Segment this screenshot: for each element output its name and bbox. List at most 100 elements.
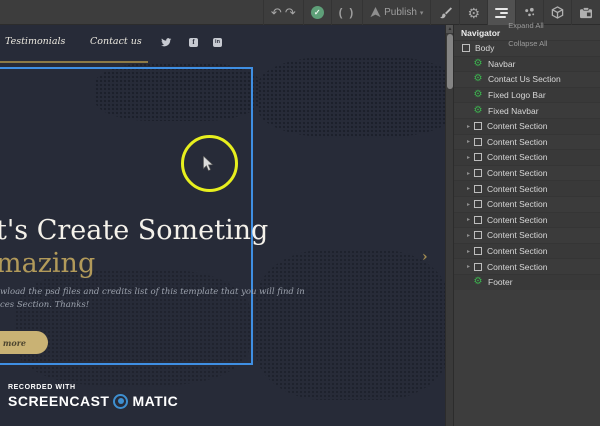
style-panel-button[interactable] [430,0,459,25]
facebook-icon[interactable]: f [189,38,198,47]
expand-arrow-icon[interactable]: ▸ [467,185,474,192]
mouse-cursor-icon [203,156,214,172]
element-box-icon [474,153,482,162]
navigator-row-content-section[interactable]: ▸ Content Section [454,180,600,196]
map-dots-pattern [95,63,260,121]
map-dots-pattern [258,57,445,137]
gear-icon: ⚙ [467,4,480,21]
navigator-row-content-section[interactable]: ▸ Content Section [454,149,600,165]
expand-arrow-icon[interactable]: ▸ [467,201,474,208]
undo-button[interactable]: ↶ ↷ [262,0,303,25]
symbol-gear-icon: ⚙ [473,104,483,116]
redo-icon: ↷ [284,5,296,20]
navigator-row-footer[interactable]: ⚙ Footer [454,273,600,290]
navigator-row-content-section[interactable]: ▸ Content Section [454,117,600,134]
expand-arrow-icon[interactable]: ▸ [467,138,474,145]
learn-more-button[interactable]: rn more [0,331,48,354]
map-dots-pattern [255,250,445,400]
publish-plane-icon [370,7,381,18]
recorded-with-label: RECORDED WITH [8,384,76,391]
navigator-panel: Navigator Expand All Collapse All Body ⚙ N… [453,21,600,426]
element-label: Content Section [487,183,548,194]
element-box-icon [474,262,482,271]
element-box-icon [474,247,482,256]
navbar-gold-underline [0,61,148,63]
canvas-scrollbar[interactable]: ▲ [445,25,454,426]
navigator-row-content-section[interactable]: ▸ Content Section [454,242,600,259]
export-code-button[interactable]: ( ) [330,0,362,25]
saved-check-icon: ✓ [310,6,324,19]
element-label: Fixed Navbar [488,105,539,116]
element-label: Content Section [487,168,548,179]
navigator-row-content-section[interactable]: ▸ Content Section [454,195,600,212]
screencast-o-icon [113,393,129,409]
expand-arrow-icon[interactable]: ▸ [467,154,474,161]
paintbrush-icon [440,6,453,18]
element-box-icon [462,44,470,53]
navigator-row-navbar[interactable]: ⚙ Navbar [454,55,600,72]
navigator-row-fixed-navbar[interactable]: ⚙ Fixed Navbar [454,102,600,118]
navigator-row-content-section[interactable]: ▸ Content Section [454,227,600,243]
site-navbar: Testimonials Contact us f in [0,25,445,62]
publish-label: Publish [384,7,417,18]
hero-paragraph-line1: wload the psd files and credits list of … [0,287,305,297]
screencast-watermark: RECORDED WITH SCREENCAST MATIC [8,384,178,409]
nav-link-contact-us[interactable]: Contact us [90,36,142,47]
navigator-row-fixed-logo-bar[interactable]: ⚙ Fixed Logo Bar [454,86,600,103]
element-label: Content Section [487,152,548,163]
navigator-header: Navigator Expand All Collapse All [454,21,600,48]
element-label: Content Section [487,214,548,225]
hero-paragraph[interactable]: wload the psd files and credits list of … [0,286,305,312]
screencast-label: SCREENCAST [8,393,110,409]
symbol-gear-icon: ⚙ [473,89,483,101]
element-box-icon [474,231,482,240]
code-brackets-icon: ( ) [338,6,356,19]
element-label: Content Section [487,230,548,241]
expand-arrow-icon[interactable]: ▸ [467,263,474,270]
nav-link-testimonials[interactable]: Testimonials [5,36,65,47]
saved-status-button[interactable]: ✓ [302,0,331,25]
element-box-icon [474,169,482,178]
collapse-all-button[interactable]: Collapse All [500,39,547,48]
slider-next-arrow[interactable]: › [422,249,428,265]
hero-heading-line2[interactable]: mazing [0,248,95,279]
hero-paragraph-line2: ces Section. Thanks! [0,300,90,310]
element-label: Content Section [487,121,548,132]
undo-icon: ↶ [270,5,282,20]
element-label: Contact Us Section [488,74,561,85]
element-label: Content Section [487,136,548,147]
element-label: Body [475,43,495,54]
linkedin-icon[interactable]: in [213,38,222,47]
navigator-row-content-section[interactable]: ▸ Content Section [454,258,600,274]
hero-heading-line1[interactable]: t's Create Someting [0,215,268,246]
publish-button[interactable]: Publish ▾ [362,0,430,25]
symbol-gear-icon: ⚙ [473,276,483,288]
publish-chevron-icon: ▾ [419,9,424,17]
expand-arrow-icon[interactable]: ▸ [467,123,474,130]
element-label: Navbar [488,58,516,69]
symbol-gear-icon: ⚙ [473,57,483,69]
matic-label: MATIC [132,393,179,409]
expand-arrow-icon[interactable]: ▸ [467,248,474,255]
twitter-icon[interactable] [161,38,172,47]
settings-panel-button[interactable]: ⚙ [459,0,487,25]
navigator-tree: Body ⚙ Navbar ⚙ Contact Us Section ⚙ Fixed Log… [454,40,600,290]
design-canvas[interactable]: Testimonials Contact us f in t's Create … [0,25,445,426]
expand-arrow-icon[interactable]: ▸ [467,216,474,223]
panel-title: Navigator [461,27,501,38]
element-box-icon [474,184,482,193]
navigator-row-content-section[interactable]: ▸ Content Section [454,164,600,181]
element-box-icon [474,215,482,224]
expand-arrow-icon[interactable]: ▸ [467,232,474,239]
navigator-row-contact-us-section[interactable]: ⚙ Contact Us Section [454,71,600,87]
element-box-icon [474,122,482,131]
expand-all-button[interactable]: Expand All [500,21,543,30]
expand-arrow-icon[interactable]: ▸ [467,170,474,177]
navigator-row-content-section[interactable]: ▸ Content Section [454,133,600,150]
element-label: Fixed Logo Bar [488,90,546,101]
element-box-icon [474,200,482,209]
symbol-gear-icon: ⚙ [473,73,483,85]
element-label: Footer [488,277,513,288]
navigator-row-content-section[interactable]: ▸ Content Section [454,211,600,228]
element-label: Content Section [487,246,548,257]
